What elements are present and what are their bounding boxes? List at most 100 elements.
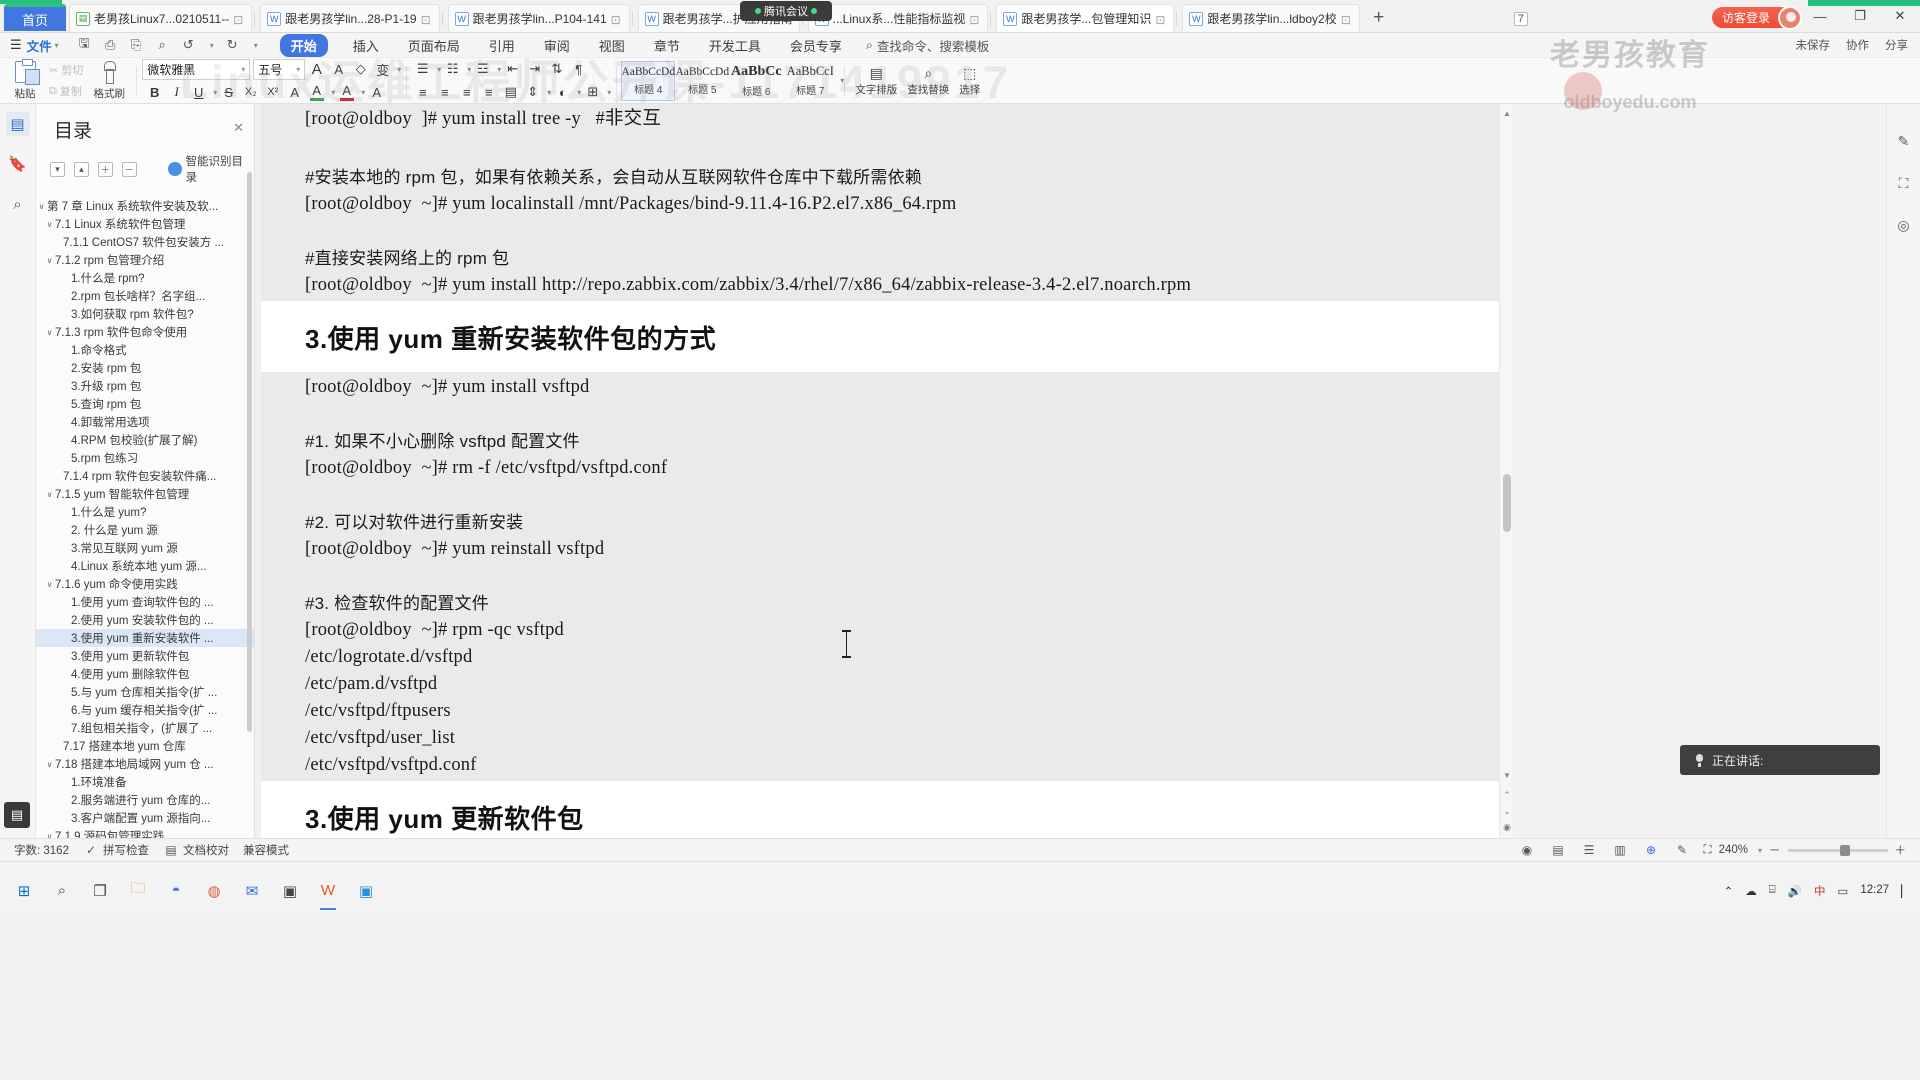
- select-button[interactable]: ⬚ 选择: [959, 65, 980, 97]
- style-heading-5[interactable]: AaBbCcDd 标题 5: [675, 61, 729, 101]
- italic-button[interactable]: I: [166, 82, 187, 103]
- taskview-icon[interactable]: ❐: [86, 877, 114, 905]
- chevron-down-icon[interactable]: ▾: [547, 88, 551, 97]
- zoom-chevron-icon[interactable]: ▾: [1758, 846, 1762, 855]
- decrease-indent-button[interactable]: ⇤: [502, 59, 523, 80]
- text-effect-button[interactable]: A: [284, 82, 305, 103]
- tab-count-badge[interactable]: 7: [1513, 12, 1528, 26]
- wps-icon[interactable]: W: [314, 877, 342, 910]
- show-marks-button[interactable]: ¶: [568, 59, 589, 80]
- toc-item[interactable]: ∨ 7.18 搭建本地局域网 yum 仓 ...: [36, 755, 254, 773]
- network-icon[interactable]: ⌸: [1769, 884, 1776, 897]
- help-icon[interactable]: ◎: [1893, 214, 1915, 236]
- find-icon[interactable]: ⌕: [155, 37, 170, 53]
- chevron-down-icon[interactable]: ▾: [577, 88, 581, 97]
- document-tab[interactable]: W 跟老男孩学lin...ldboy2校 ⊡: [1182, 4, 1360, 32]
- toc-item[interactable]: ∨ 第 7 章 Linux 系统软件安装及软...: [36, 197, 254, 215]
- toc-item[interactable]: 2.安装 rpm 包: [36, 359, 254, 377]
- scroll-up-icon[interactable]: ▲: [1500, 106, 1513, 120]
- tab-start[interactable]: 开始: [279, 33, 328, 57]
- find-replace-button[interactable]: ⌕ 查找替换: [907, 65, 949, 97]
- print-icon[interactable]: ⎙: [103, 37, 118, 53]
- screenshot-icon[interactable]: ⛶: [1893, 172, 1915, 194]
- code-block[interactable]: #安装本地的 rpm 包，如果有依赖关系，会自动从互联网软件仓库中下载所需依赖 […: [261, 135, 1501, 301]
- chevron-down-icon[interactable]: ∨: [44, 328, 55, 337]
- toc-item[interactable]: 2.使用 yum 安装软件包的 ...: [36, 611, 254, 629]
- cut-button[interactable]: ✂ 剪切: [49, 62, 83, 78]
- toc-item[interactable]: 5.rpm 包练习: [36, 449, 254, 467]
- toc-item[interactable]: 5.与 yum 仓库相关指令(扩 ...: [36, 683, 254, 701]
- tab-home[interactable]: 首页: [4, 4, 66, 31]
- code-block[interactable]: [root@oldboy ~]# yum install vsftpd #1. …: [261, 372, 1501, 781]
- style-heading-4[interactable]: AaBbCcDd 标题 4: [621, 60, 676, 101]
- maximize-button[interactable]: ❐: [1840, 0, 1880, 32]
- subscript-button[interactable]: X₂: [240, 82, 261, 103]
- tab-close-icon[interactable]: ⊡: [611, 13, 623, 27]
- tab-review[interactable]: 审阅: [540, 34, 574, 57]
- toc-item[interactable]: ∨ 7.1.6 yum 命令使用实践: [36, 575, 254, 593]
- store-icon[interactable]: ▣: [276, 877, 304, 905]
- toc-item[interactable]: 1.什么是 yum?: [36, 503, 254, 521]
- document-page[interactable]: [root@oldboy ]# yum install tree -y #非交互…: [261, 104, 1501, 838]
- toc-item[interactable]: 7.1.4 rpm 软件包安装软件痛...: [36, 467, 254, 485]
- strikethrough-button[interactable]: S: [218, 82, 239, 103]
- toc-item[interactable]: 4.Linux 系统本地 yum 源...: [36, 557, 254, 575]
- tab-page-layout[interactable]: 页面布局: [404, 34, 464, 57]
- toc-item[interactable]: 3.常见互联网 yum 源: [36, 539, 254, 557]
- multilevel-list-button[interactable]: ☲: [472, 59, 493, 80]
- document-tab[interactable]: W 跟老男孩学lin...P104-141 ⊡: [447, 4, 630, 32]
- toc-item[interactable]: 1.什么是 rpm?: [36, 269, 254, 287]
- toc-item[interactable]: 3.使用 yum 更新软件包: [36, 647, 254, 665]
- edit-icon[interactable]: ✎: [1673, 842, 1692, 859]
- cloud-icon[interactable]: ☁: [1745, 884, 1757, 898]
- chevron-down-icon[interactable]: ∨: [44, 760, 55, 769]
- chevron-down-icon[interactable]: ▾: [437, 65, 441, 74]
- start-icon[interactable]: ⊞: [10, 877, 38, 905]
- zoom-slider-knob[interactable]: [1839, 844, 1850, 856]
- tab-insert[interactable]: 插入: [349, 34, 383, 57]
- font-size-input[interactable]: 五号 ▾: [253, 58, 306, 80]
- minimize-button[interactable]: —: [1800, 0, 1840, 32]
- document-tab[interactable]: ▤ 老男孩Linux7...0210511-- ⊡: [69, 4, 253, 32]
- menu-hamburger-icon[interactable]: ☰: [10, 37, 22, 53]
- double-page-view-icon[interactable]: ▥: [1611, 842, 1630, 859]
- print-preview-icon[interactable]: ⎘: [129, 37, 144, 53]
- new-tab-button[interactable]: +: [1364, 4, 1394, 32]
- toc-item[interactable]: 2.服务端进行 yum 仓库的...: [36, 791, 254, 809]
- copy-button[interactable]: ⧉ 复制: [49, 83, 83, 99]
- edit-pencil-icon[interactable]: ✎: [1893, 130, 1915, 152]
- scrollbar-thumb[interactable]: [1503, 474, 1511, 532]
- toc-item[interactable]: 4.使用 yum 删除软件包: [36, 665, 254, 683]
- document-tab[interactable]: W 跟老男孩学lin...28-P1-19 ⊡: [260, 4, 440, 32]
- toc-item[interactable]: 2.rpm 包长啥样？名字组...: [36, 287, 254, 305]
- align-right-button[interactable]: ≡: [456, 82, 477, 103]
- tab-close-icon[interactable]: ⊡: [1155, 13, 1167, 27]
- align-left-button[interactable]: ≡: [412, 82, 433, 103]
- notify-icon[interactable]: ▭: [1837, 884, 1848, 898]
- pinyin-guide-button[interactable]: 变: [372, 59, 393, 80]
- ime-icon[interactable]: 中: [1814, 883, 1826, 899]
- paste-button[interactable]: 粘贴: [5, 58, 45, 101]
- nav-expand-icon[interactable]: ＋: [97, 161, 113, 177]
- toc-item[interactable]: 3.客户端配置 yum 源指向...: [36, 809, 254, 827]
- tab-close-icon[interactable]: ⊡: [969, 13, 981, 27]
- format-painter-button[interactable]: 格式刷: [87, 60, 131, 101]
- toc-item[interactable]: ∨ 7.1.9 源码包管理实践: [36, 827, 254, 838]
- toc-item[interactable]: 1.环境准备: [36, 773, 254, 791]
- toc-item[interactable]: 5.查询 rpm 包: [36, 395, 254, 413]
- zoom-in-button[interactable]: ＋: [1895, 842, 1907, 858]
- outline-view-icon[interactable]: ☰: [1580, 842, 1599, 859]
- toc-item[interactable]: 1.使用 yum 查询软件包的 ...: [36, 593, 254, 611]
- numbered-list-button[interactable]: ☷: [442, 59, 463, 80]
- navigation-pane-icon[interactable]: ▤: [5, 112, 30, 136]
- toc-item[interactable]: ∨ 7.1.2 rpm 包管理介绍: [36, 251, 254, 269]
- share-button[interactable]: 分享: [1885, 37, 1908, 53]
- toc-item[interactable]: 4.RPM 包校验(扩展了解): [36, 431, 254, 449]
- nav-collapse-icon[interactable]: －: [121, 161, 137, 177]
- borders-button[interactable]: ⊞: [582, 82, 603, 103]
- scroll-down-icon[interactable]: ▼: [1500, 768, 1513, 782]
- next-page-icon[interactable]: ⌄: [1500, 804, 1513, 818]
- chevron-down-icon[interactable]: ∨: [44, 580, 55, 589]
- volume-icon[interactable]: 🔊: [1788, 884, 1802, 898]
- tab-section[interactable]: 章节: [650, 34, 684, 57]
